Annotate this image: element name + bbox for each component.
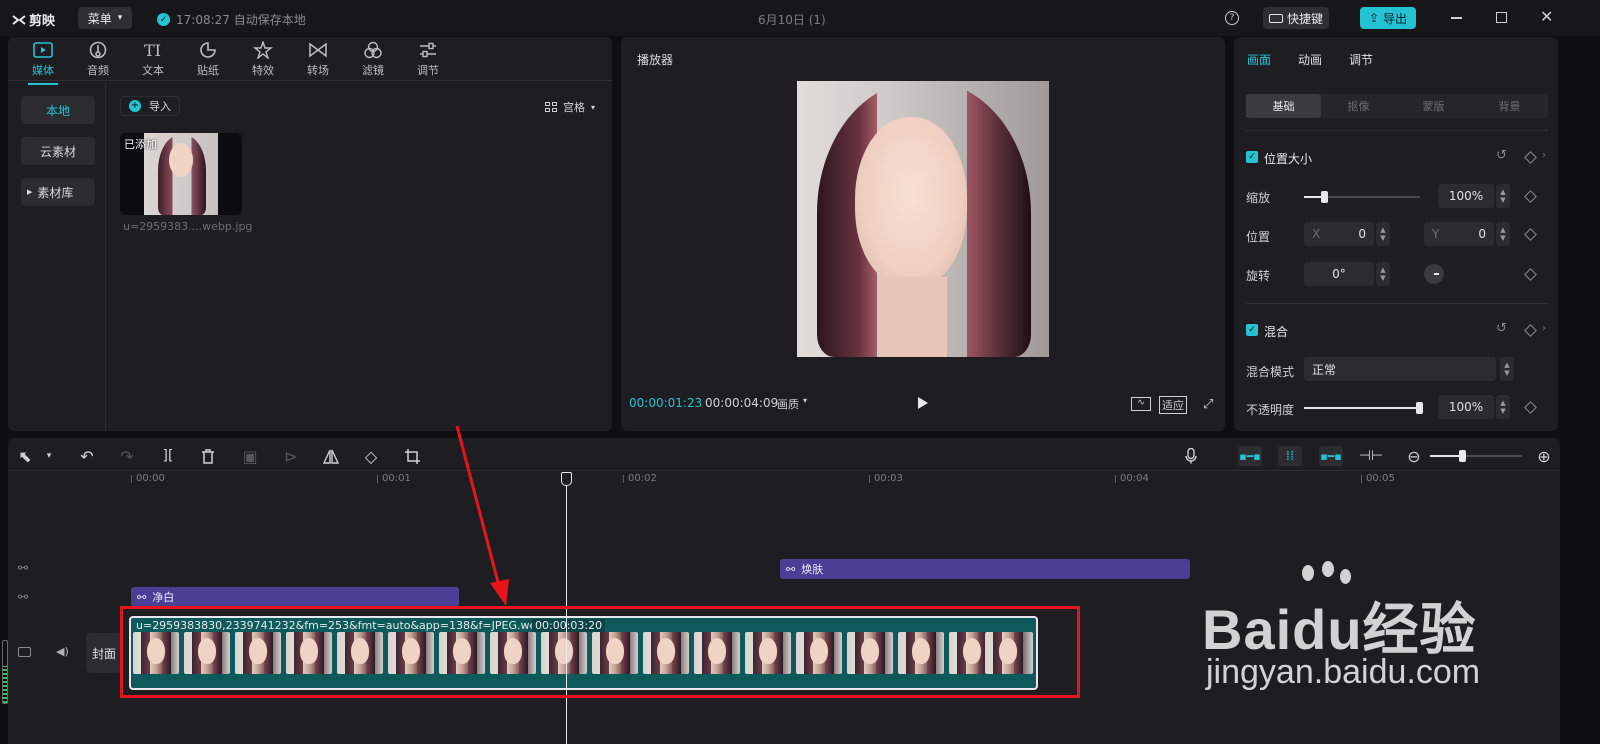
baidu-watermark: Baidu经验 jingyan.baidu.com [1200, 561, 1500, 695]
paw-icon [1294, 561, 1354, 621]
baidu-url: jingyan.baidu.com [1206, 653, 1481, 691]
annotation-box [120, 606, 1080, 698]
